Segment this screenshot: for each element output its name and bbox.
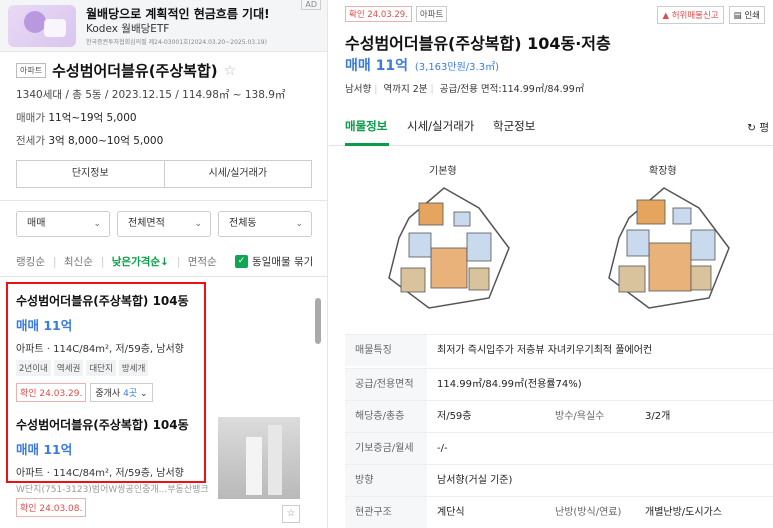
listing-agent-line: W단지(751-3123)범어W쌍공인중개...부동산뱅크 <box>16 485 209 495</box>
detail-price: 매매 11억 (3,163만원/3.3㎡) <box>345 55 499 75</box>
app-root: 월배당으로 계획적인 현금흐름 기대! Kodex 월배당ETF 한국증권투자협… <box>0 0 773 528</box>
sale-price-row: 매매가 11억~19억 5,000 <box>16 110 312 125</box>
info-label: 해당층/총층 <box>345 401 427 432</box>
info-value: 개별난방/도시가스 <box>645 507 722 518</box>
info-label: 기보증금/월세 <box>345 433 427 464</box>
detail-price-per: (3,163만원/3.3㎡) <box>414 62 499 73</box>
info-value: 저/59층 <box>437 411 472 422</box>
chevron-down-icon: ⌄ <box>295 219 303 229</box>
listing-panel: 월배당으로 계획적인 현금흐름 기대! Kodex 월배당ETF 한국증권투자협… <box>0 0 328 528</box>
refresh-icon: ↻ <box>747 122 756 134</box>
ad-subtitle: Kodex 월배당ETF <box>86 23 170 35</box>
same-listing-label: 동일매물 묶기 <box>252 256 314 268</box>
sort-ranking[interactable]: 랭킹순 <box>16 254 45 269</box>
info-row: 공급/전용면적 114.99㎡/84.99㎡(전용률74%) <box>345 368 773 400</box>
info-row: 현관구조 계단식 난방(방식/연료) 개별난방/도시가스 <box>345 496 773 528</box>
ad-badge: AD <box>301 0 321 10</box>
sort-area[interactable]: 면적순 <box>188 254 217 269</box>
info-value: 최저가 즉시입주가 저층뷰 자녀키우기최적 풀에어컨 <box>437 345 653 356</box>
complex-buttons: 단지정보 시세/실거래가 <box>16 160 312 188</box>
detail-meta: 남서향 | 역까지 2분 | 공급/전용 면적:114.99㎡/84.99㎡ <box>345 84 585 95</box>
scrollbar-thumb[interactable] <box>315 298 321 344</box>
market-price-button[interactable]: 시세/실거래가 <box>163 161 312 187</box>
info-value: -/- <box>437 443 448 454</box>
sale-price-label: 매매가 <box>16 112 45 124</box>
detail-type-tag: 아파트 <box>415 6 448 22</box>
chevron-down-icon: ⌄ <box>93 219 101 229</box>
detail-tabs: 매물정보 시세/실거래가 학군정보 ↻ 평 <box>329 108 773 146</box>
detail-price-value: 매매 11억 <box>345 58 408 74</box>
info-row: 기보증금/월세 -/- <box>345 432 773 464</box>
info-label: 매물특징 <box>345 335 427 366</box>
complex-meta: 1340세대 / 총 5동 / 2023.12.15 / 114.98㎡ ~ 1… <box>16 89 286 101</box>
same-listing-toggle[interactable]: ✓ 동일매물 묶기 <box>235 254 313 269</box>
trade-type-value: 매매 <box>27 218 46 229</box>
report-label: 허위매물신고 <box>671 11 719 21</box>
sale-price-value: 11억~19억 5,000 <box>48 112 137 124</box>
sort-low-price[interactable]: 낮은가격순↓ <box>112 254 169 269</box>
divider <box>0 200 327 201</box>
floorplan-extended-image[interactable] <box>589 178 739 318</box>
tab-school-info[interactable]: 학군정보 <box>493 118 535 134</box>
info-label: 난방(방식/연료) <box>555 507 622 518</box>
complex-info-button[interactable]: 단지정보 <box>17 161 164 187</box>
confirmed-date-badge: 확인 24.03.08. <box>16 498 87 517</box>
info-label: 공급/전용면적 <box>345 369 427 400</box>
info-label: 방향 <box>345 465 427 496</box>
listing-photo[interactable] <box>218 417 300 499</box>
active-tab-indicator <box>345 143 389 146</box>
info-label: 현관구조 <box>345 497 427 528</box>
checkbox-checked-icon[interactable]: ✓ <box>235 255 248 268</box>
trade-type-select[interactable]: 매매 ⌄ <box>16 211 110 237</box>
chevron-down-icon: ⌄ <box>194 219 202 229</box>
jeonse-price-row: 전세가 3억 8,000~10억 5,000 <box>16 133 312 148</box>
sort-latest[interactable]: 최신순 <box>64 254 93 269</box>
jeonse-price-value: 3억 8,000~10억 5,000 <box>48 135 164 147</box>
info-label: 방수/욕실수 <box>555 411 605 422</box>
info-row: 방향 남서향(거실 기준) <box>345 464 773 496</box>
area-select[interactable]: 전체면적 ⌄ <box>117 211 211 237</box>
ad-fine-print: 한국증권투자협회심의필 제24-03001호(2024.03.20~2025.0… <box>86 39 267 46</box>
info-row: 해당층/총층 저/59층 방수/욕실수 3/2개 <box>345 400 773 432</box>
tab-listing-info[interactable]: 매물정보 <box>345 118 387 134</box>
detail-station: 역까지 2분 <box>383 84 428 95</box>
detail-panel: 확인 24.03.29. 아파트 ▲ 허위매물신고 ▤ 인쇄 수성범어더블유(주… <box>329 0 773 528</box>
highlight-box <box>6 282 206 483</box>
detail-confirmed-badge: 확인 24.03.29. <box>345 6 412 22</box>
report-false-listing-button[interactable]: ▲ 허위매물신고 <box>657 6 724 24</box>
info-value: 114.99㎡/84.99㎡(전용률74%) <box>437 379 582 390</box>
favorite-star-icon[interactable]: ☆ <box>224 63 237 79</box>
detail-area: 공급/전용 면적:114.99㎡/84.99㎡ <box>439 84 585 95</box>
printer-icon: ▤ <box>733 11 742 21</box>
info-value: 남서향(거실 기준) <box>437 475 513 486</box>
info-value: 3/2개 <box>645 411 671 422</box>
print-button[interactable]: ▤ 인쇄 <box>728 6 765 24</box>
floorplan-basic-image[interactable] <box>369 178 519 318</box>
area-value: 전체면적 <box>128 218 165 229</box>
complex-summary: 아파트 수성범어더블유(주상복합) ☆ 1340세대 / 총 5동 / 2023… <box>0 60 327 148</box>
ad-image <box>8 5 76 47</box>
filter-bar: 매매 ⌄ 전체면적 ⌄ 전체동 ⌄ <box>16 211 312 237</box>
building-value: 전체동 <box>229 218 257 229</box>
complex-type-tag: 아파트 <box>16 63 47 78</box>
siren-icon: ▲ <box>662 11 669 21</box>
info-value: 계단식 <box>437 507 465 518</box>
print-label: 인쇄 <box>744 11 760 21</box>
floorplan-extended-label: 확장형 <box>649 166 677 177</box>
building-select[interactable]: 전체동 ⌄ <box>218 211 312 237</box>
floorplan-basic-label: 기본형 <box>429 166 457 177</box>
ad-title: 월배당으로 계획적인 현금흐름 기대! <box>86 7 270 21</box>
detail-title: 수성범어더블유(주상복합) 104동·저층 <box>345 34 611 53</box>
area-unit-label: 평 <box>759 122 769 134</box>
tab-market-price[interactable]: 시세/실거래가 <box>407 118 474 134</box>
info-row: 매물특징 최저가 즉시입주가 저층뷰 자녀키우기최적 풀에어컨 <box>345 334 773 366</box>
detail-direction: 남서향 <box>345 84 372 95</box>
favorite-star-icon[interactable]: ☆ <box>282 505 300 523</box>
jeonse-price-label: 전세가 <box>16 135 45 147</box>
ad-banner[interactable]: 월배당으로 계획적인 현금흐름 기대! Kodex 월배당ETF 한국증권투자협… <box>0 0 327 52</box>
complex-name: 수성범어더블유(주상복합) <box>52 62 218 80</box>
area-unit-toggle[interactable]: ↻ 평 <box>747 120 769 135</box>
